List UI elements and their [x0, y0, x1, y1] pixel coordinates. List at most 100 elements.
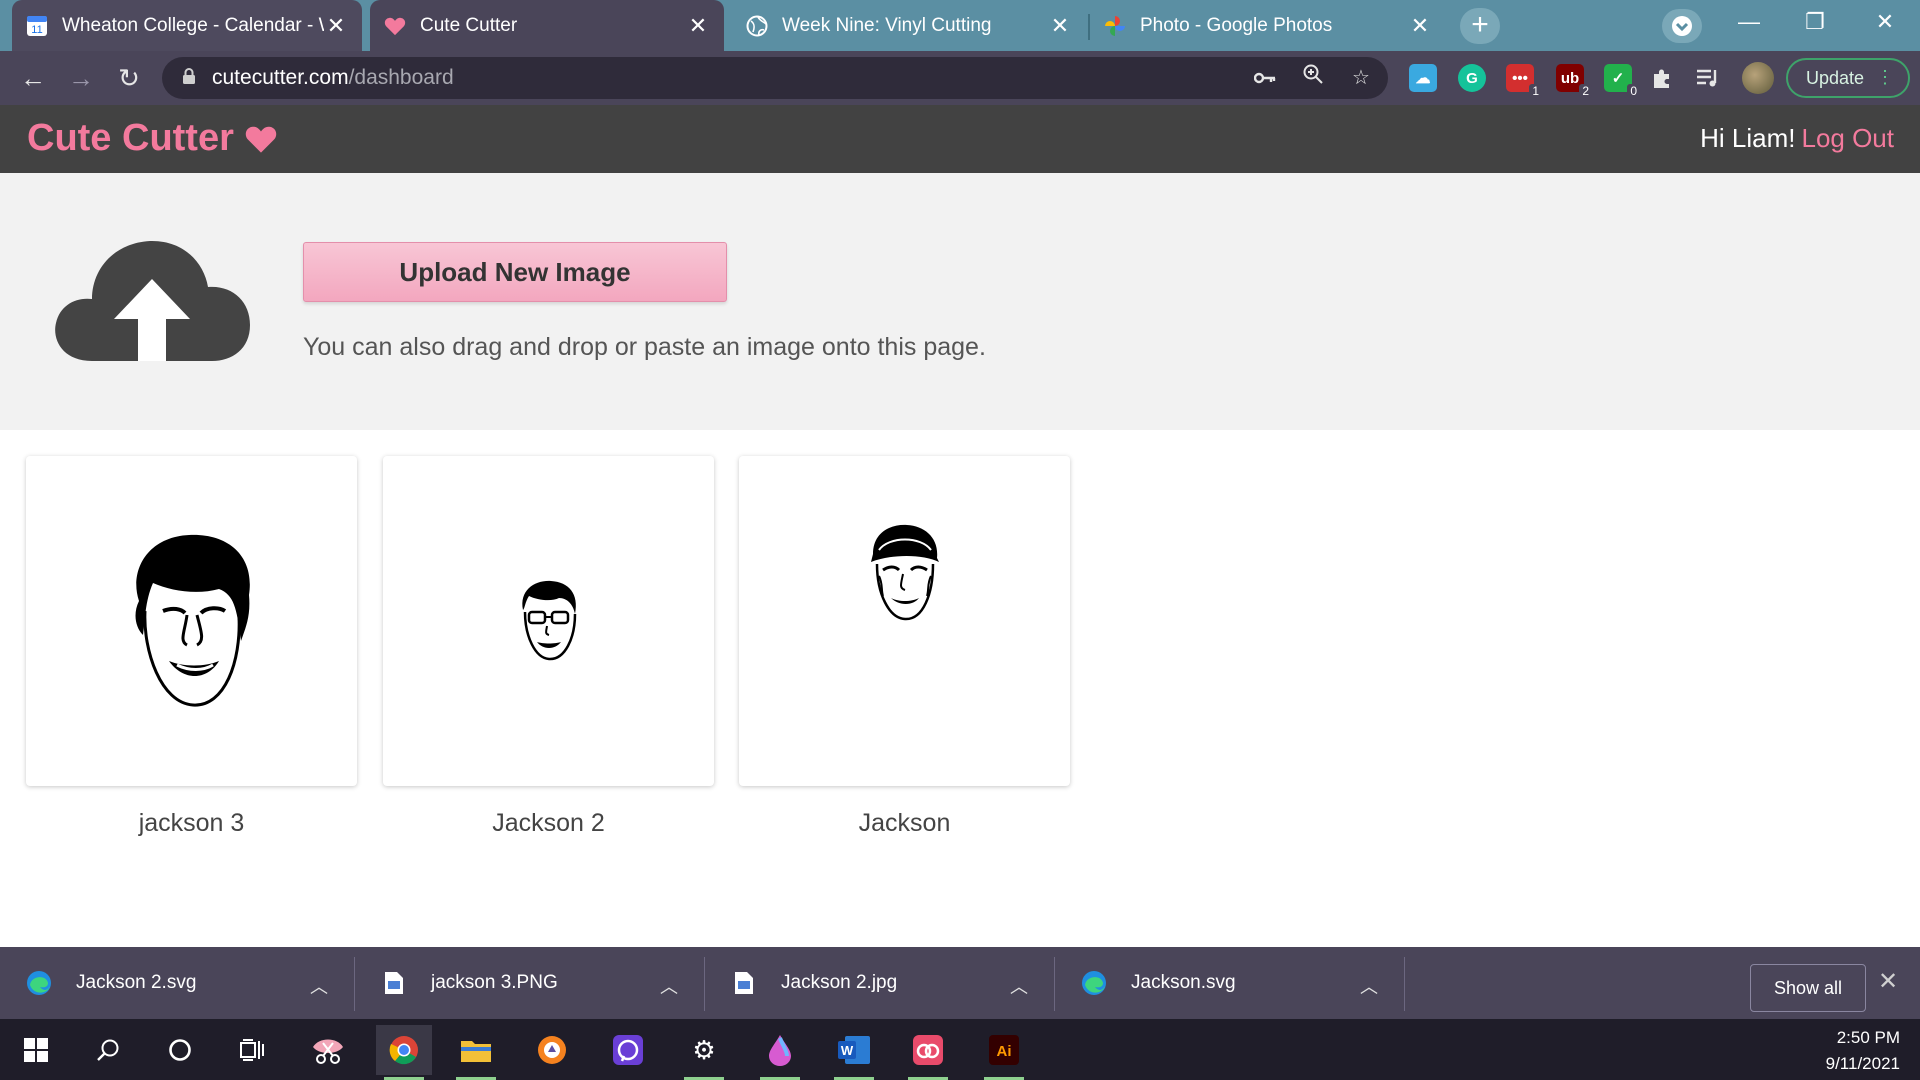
divider — [1404, 957, 1405, 1011]
file-explorer-icon[interactable] — [448, 1025, 504, 1080]
clock-date: 9/11/2021 — [1825, 1054, 1900, 1073]
chrome-icon[interactable] — [376, 1025, 432, 1080]
back-icon[interactable]: ← — [14, 59, 52, 97]
browser-tab-strip: 11 Wheaton College - Calendar - W ✕ Cute… — [0, 0, 1920, 51]
more-menu-icon[interactable]: ⋮ — [1876, 67, 1894, 88]
edge-icon — [1081, 970, 1107, 996]
lock-icon — [182, 67, 196, 89]
reload-icon[interactable]: ↻ — [110, 59, 148, 97]
brave-browser-icon[interactable] — [524, 1025, 580, 1075]
chevron-up-icon[interactable]: ︿ — [660, 973, 678, 999]
upload-dropzone[interactable]: Upload New Image You can also drag and d… — [0, 173, 1920, 430]
extension-badge: 0 — [1627, 84, 1640, 98]
tab-title: Cute Cutter — [420, 14, 518, 36]
download-item[interactable]: Jackson.svg ︿ — [1055, 947, 1404, 1019]
tab-search-icon[interactable] — [1662, 9, 1702, 43]
extension-badge: 2 — [1579, 84, 1592, 98]
close-window-icon[interactable]: ✕ — [1852, 0, 1918, 46]
cortana-icon[interactable] — [152, 1025, 208, 1075]
paint-drop-icon[interactable] — [752, 1025, 808, 1080]
new-tab-button[interactable]: + — [1460, 8, 1500, 44]
download-item[interactable]: Jackson 2.svg ︿ — [0, 947, 354, 1019]
image-file-icon — [381, 970, 407, 996]
chevron-up-icon[interactable]: ︿ — [1010, 973, 1028, 999]
word-icon[interactable]: W — [826, 1025, 882, 1080]
grammarly-icon[interactable]: G — [1458, 64, 1486, 92]
address-bar[interactable]: cutecutter.com/dashboard ☆ — [162, 57, 1388, 99]
minimize-icon[interactable]: — — [1716, 0, 1782, 46]
show-all-downloads-button[interactable]: Show all — [1750, 964, 1866, 1012]
ublock-icon[interactable]: ub 2 — [1556, 64, 1592, 98]
clock-time: 2:50 PM — [1836, 1028, 1900, 1047]
download-item[interactable]: jackson 3.PNG ︿ — [355, 947, 704, 1019]
image-card-jackson-2[interactable] — [383, 456, 714, 786]
system-clock[interactable]: 2:50 PM 9/11/2021 — [1826, 1025, 1900, 1077]
settings-gear-icon[interactable]: ⚙ — [676, 1025, 732, 1080]
image-card-jackson-3[interactable] — [26, 456, 357, 786]
restore-icon[interactable]: ❐ — [1782, 0, 1848, 46]
tab-close-icon[interactable]: ✕ — [686, 13, 710, 39]
download-filename: Jackson 2.jpg — [781, 972, 898, 993]
close-shelf-icon[interactable]: ✕ — [1878, 967, 1898, 996]
windows-start-icon[interactable] — [8, 1025, 64, 1075]
tab-cute-cutter[interactable]: Cute Cutter ✕ — [370, 0, 724, 51]
face-portrait-image — [870, 524, 939, 621]
image-label: jackson 3 — [138, 809, 245, 837]
heart-icon — [384, 15, 406, 37]
extensions-puzzle-icon[interactable] — [1648, 64, 1676, 92]
media-queue-icon[interactable] — [1694, 64, 1722, 92]
zoom-icon[interactable] — [1296, 61, 1330, 95]
tab-close-icon[interactable]: ✕ — [1048, 13, 1072, 39]
extension-badge: 1 — [1529, 84, 1542, 98]
word-letter: W — [841, 1043, 854, 1058]
image-file-icon — [731, 970, 757, 996]
snip-sketch-icon[interactable] — [300, 1025, 356, 1075]
tab-week-nine[interactable]: Week Nine: Vinyl Cutting ✕ — [732, 0, 1086, 51]
image-label: Jackson 2 — [492, 809, 605, 837]
app-header: Cute Cutter Hi Liam! Log Out — [0, 105, 1920, 173]
logout-link[interactable]: Log Out — [1801, 123, 1894, 153]
image-label: Jackson — [858, 809, 951, 837]
tab-title: Wheaton College - Calendar - W — [62, 14, 324, 36]
heart-icon — [244, 124, 278, 154]
tab-close-icon[interactable]: ✕ — [324, 13, 348, 39]
forward-icon[interactable]: → — [62, 59, 100, 97]
google-photos-icon — [1104, 15, 1126, 37]
task-view-icon[interactable] — [224, 1025, 280, 1075]
globe-icon — [746, 15, 768, 37]
extension-red-icon[interactable]: ••• 1 — [1506, 64, 1542, 98]
brand-name: Cute Cutter — [27, 117, 234, 159]
download-filename: Jackson 2.svg — [76, 972, 197, 993]
key-icon[interactable] — [1248, 61, 1282, 95]
creative-cloud-icon[interactable] — [900, 1025, 956, 1080]
upload-new-image-button[interactable]: Upload New Image — [303, 242, 727, 302]
download-filename: Jackson.svg — [1131, 972, 1236, 993]
calendar-icon: 11 — [26, 15, 48, 37]
chevron-up-icon[interactable]: ︿ — [310, 973, 328, 999]
cloud-upload-icon[interactable] — [52, 231, 252, 371]
url-path: /dashboard — [348, 66, 454, 89]
illustrator-icon[interactable]: Ai — [976, 1025, 1032, 1080]
edge-icon — [26, 970, 52, 996]
bookmark-star-icon[interactable]: ☆ — [1344, 61, 1378, 95]
tab-wheaton-calendar[interactable]: 11 Wheaton College - Calendar - W ✕ — [12, 0, 362, 51]
checkmark-extension-icon[interactable]: ✓ 0 — [1604, 64, 1640, 98]
profile-avatar[interactable] — [1742, 62, 1774, 94]
cloud-extension-icon[interactable]: ☁ — [1409, 64, 1437, 92]
tab-close-icon[interactable]: ✕ — [1408, 13, 1432, 39]
discord-like-app-icon[interactable] — [600, 1025, 656, 1075]
user-greeting: Hi Liam! Log Out — [1700, 123, 1894, 154]
greeting-text: Hi Liam! — [1700, 123, 1796, 153]
tab-google-photos[interactable]: Photo - Google Photos ✕ — [1090, 0, 1446, 51]
chevron-up-icon[interactable]: ︿ — [1360, 973, 1378, 999]
tab-title: Week Nine: Vinyl Cutting — [782, 14, 992, 36]
search-icon[interactable] — [80, 1025, 136, 1075]
url-host: cutecutter.com — [212, 66, 349, 89]
image-card-jackson[interactable] — [739, 456, 1070, 786]
download-item[interactable]: Jackson 2.jpg ︿ — [705, 947, 1054, 1019]
brand-logo[interactable]: Cute Cutter — [27, 117, 278, 160]
windows-taskbar: ⚙ W Ai 2:50 PM 9/11/2021 — [0, 1019, 1920, 1080]
update-button[interactable]: Update ⋮ — [1786, 58, 1910, 98]
calendar-day-text: 11 — [31, 24, 42, 36]
upload-hint: You can also drag and drop or paste an i… — [303, 333, 986, 361]
